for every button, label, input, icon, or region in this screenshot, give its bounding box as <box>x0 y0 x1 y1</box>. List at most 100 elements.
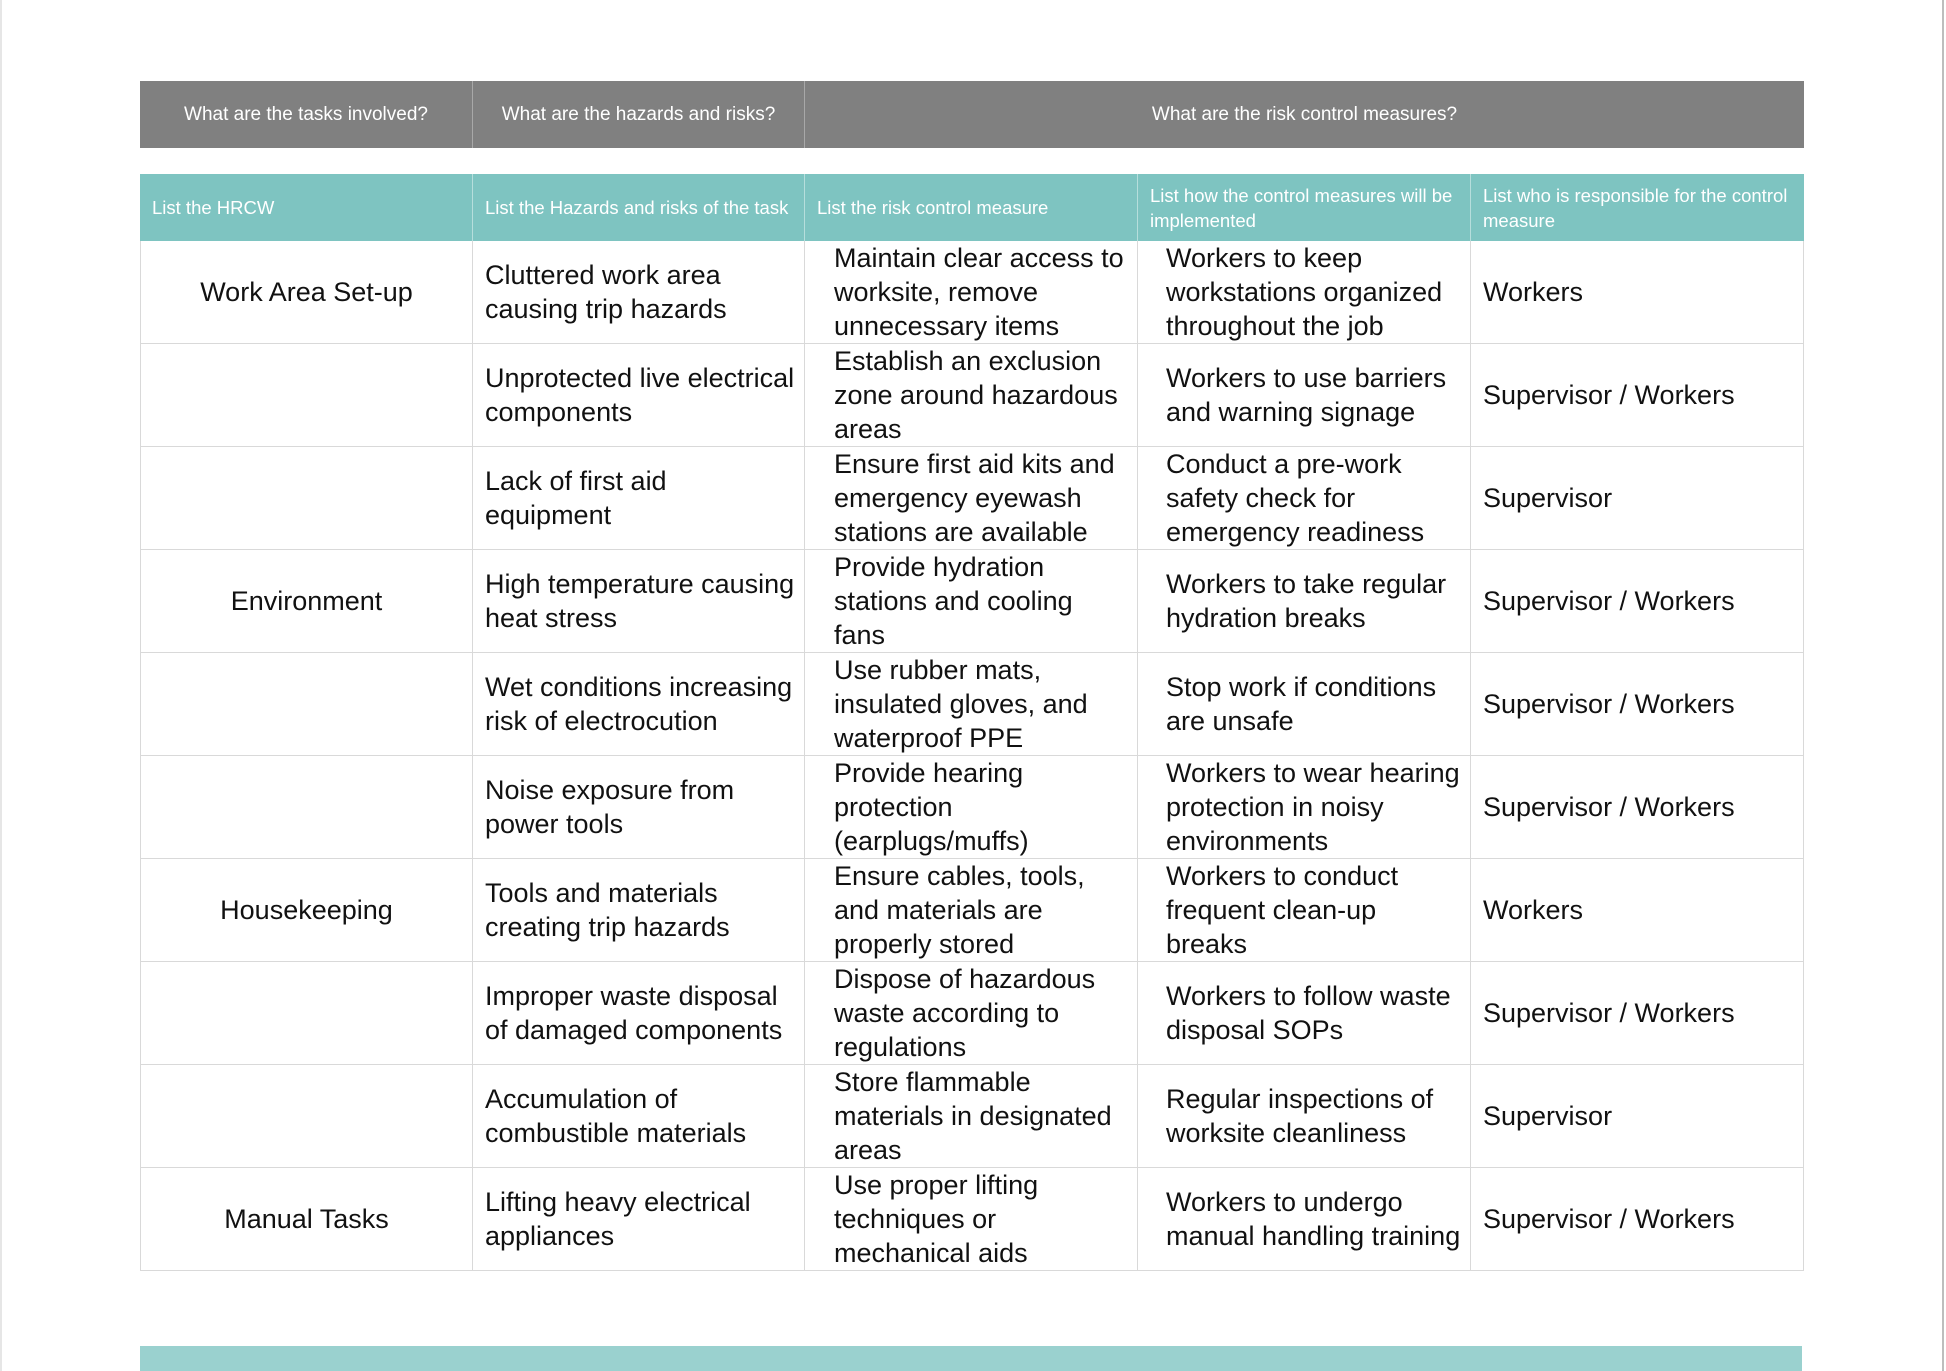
implementation-cell-text: Conduct a pre-work safety check for emer… <box>1166 449 1425 547</box>
control-measure-cell: Maintain clear access to worksite, remov… <box>805 241 1138 343</box>
responsible-cell: Supervisor / Workers <box>1471 550 1804 652</box>
task-cell <box>140 447 473 549</box>
control-measure-cell-text: Use rubber mats, insulated gloves, and w… <box>834 655 1088 753</box>
task-cell-text: Environment <box>230 586 383 616</box>
control-measure-cell: Dispose of hazardous waste according to … <box>805 962 1138 1064</box>
control-measure-cell: Use rubber mats, insulated gloves, and w… <box>805 653 1138 755</box>
responsible-cell-text: Supervisor / Workers <box>1483 998 1735 1028</box>
task-cell <box>140 344 473 446</box>
implementation-cell: Workers to undergo manual handling train… <box>1138 1168 1471 1270</box>
implementation-cell: Stop work if conditions are unsafe <box>1138 653 1471 755</box>
hazard-cell-text: Noise exposure from power tools <box>485 775 735 839</box>
implementation-cell-text: Regular inspections of worksite cleanlin… <box>1166 1084 1434 1148</box>
control-measure-cell: Store flammable materials in designated … <box>805 1065 1138 1167</box>
hazard-cell-text: High temperature causing heat stress <box>485 569 795 633</box>
hazard-cell: Noise exposure from power tools <box>473 756 805 858</box>
subheader-responsible: List who is responsible for the control … <box>1483 184 1788 231</box>
hazard-cell: Unprotected live electrical components <box>473 344 805 446</box>
subheader-control: List the risk control measure <box>805 174 1138 241</box>
implementation-cell: Workers to conduct frequent clean-up bre… <box>1138 859 1471 961</box>
hazard-cell: Lifting heavy electrical appliances <box>473 1168 805 1270</box>
responsible-cell: Workers <box>1471 241 1804 343</box>
page-edge <box>0 0 2 1371</box>
control-measure-cell: Ensure first aid kits and emergency eyew… <box>805 447 1138 549</box>
control-measure-cell: Provide hydration stations and cooling f… <box>805 550 1138 652</box>
top-header: What are the tasks involved? What are th… <box>140 81 1804 148</box>
task-cell <box>140 756 473 858</box>
hazard-cell: Cluttered work area causing trip hazards <box>473 241 805 343</box>
responsible-cell-text: Supervisor <box>1483 1101 1613 1131</box>
table-row: Lack of first aid equipment Ensure first … <box>140 447 1804 550</box>
control-measure-cell: Ensure cables, tools, and materials are … <box>805 859 1138 961</box>
implementation-cell-text: Stop work if conditions are unsafe <box>1166 672 1437 736</box>
responsible-cell-text: Workers <box>1483 277 1584 307</box>
task-cell: Housekeeping <box>140 859 473 961</box>
task-cell-text: Manual Tasks <box>224 1204 389 1234</box>
table-row: Environment High temperature causing heat… <box>140 550 1804 653</box>
hazard-cell-text: Lack of first aid equipment <box>485 466 667 530</box>
responsible-cell: Supervisor / Workers <box>1471 756 1804 858</box>
hazard-cell-text: Cluttered work area causing trip hazards <box>485 260 727 324</box>
implementation-cell-text: Workers to take regular hydration breaks <box>1166 569 1447 633</box>
control-measure-cell-text: Provide hearing protection (earplugs/muf… <box>834 758 1029 856</box>
hazard-cell: Improper waste disposal of damaged compo… <box>473 962 805 1064</box>
table-row: Accumulation of combustible materials Sto… <box>140 1065 1804 1168</box>
responsible-cell-text: Supervisor / Workers <box>1483 792 1735 822</box>
implementation-cell-text: Workers to wear hearing protection in no… <box>1166 758 1460 856</box>
responsible-cell-text: Workers <box>1483 895 1584 925</box>
header-controls: What are the risk control measures? <box>1151 103 1458 125</box>
responsible-cell-text: Supervisor / Workers <box>1483 586 1735 616</box>
responsible-cell-text: Supervisor / Workers <box>1483 380 1735 410</box>
responsible-cell: Workers <box>1471 859 1804 961</box>
hazard-cell-text: Unprotected live electrical components <box>485 363 795 427</box>
responsible-cell-text: Supervisor / Workers <box>1483 689 1735 719</box>
subheader-hazard: List the Hazards and risks of the task <box>473 174 805 241</box>
hazard-cell-text: Accumulation of combustible materials <box>485 1084 747 1148</box>
responsible-cell: Supervisor / Workers <box>1471 962 1804 1064</box>
header-hazards: What are the hazards and risks? <box>473 81 805 148</box>
hazard-cell: Wet conditions increasing risk of electr… <box>473 653 805 755</box>
task-cell-text: Housekeeping <box>220 895 393 925</box>
task-cell: Manual Tasks <box>140 1168 473 1270</box>
control-measure-cell: Establish an exclusion zone around hazar… <box>805 344 1138 446</box>
responsible-cell: Supervisor <box>1471 1065 1804 1167</box>
hazard-cell-text: Improper waste disposal of damaged compo… <box>485 981 783 1045</box>
task-cell <box>140 653 473 755</box>
sub-header: List the HRCW List the Hazards and risks… <box>140 174 1804 241</box>
implementation-cell: Workers to use barriers and warning sign… <box>1138 344 1471 446</box>
subheader-implementation: List how the control measures will be im… <box>1138 174 1471 241</box>
control-measure-cell-text: Ensure cables, tools, and materials are … <box>834 861 1085 959</box>
table-row: Manual Tasks Lifting heavy electrical app… <box>140 1168 1804 1271</box>
implementation-cell: Workers to wear hearing protection in no… <box>1138 756 1471 858</box>
hazard-cell-text: Wet conditions increasing risk of electr… <box>485 672 793 736</box>
table-row: Noise exposure from power tools Provide h… <box>140 756 1804 859</box>
table-row: Wet conditions increasing risk of electr… <box>140 653 1804 756</box>
responsible-cell-text: Supervisor / Workers <box>1483 1204 1735 1234</box>
implementation-cell: Regular inspections of worksite cleanlin… <box>1138 1065 1471 1167</box>
implementation-cell: Workers to follow waste disposal SOPs <box>1138 962 1471 1064</box>
implementation-cell-text: Workers to follow waste disposal SOPs <box>1166 981 1451 1045</box>
implementation-cell: Conduct a pre-work safety check for emer… <box>1138 447 1471 549</box>
task-cell-text: Work Area Set-up <box>200 277 413 307</box>
responsible-cell: Supervisor / Workers <box>1471 653 1804 755</box>
hazard-cell: Accumulation of combustible materials <box>473 1065 805 1167</box>
implementation-cell-text: Workers to keep workstations organized t… <box>1166 243 1443 341</box>
table-row: Work Area Set-up Cluttered work area caus… <box>140 241 1804 344</box>
control-measure-cell-text: Ensure first aid kits and emergency eyew… <box>834 449 1115 547</box>
hazard-cell: Tools and materials creating trip hazard… <box>473 859 805 961</box>
task-cell <box>140 962 473 1064</box>
implementation-cell: Workers to take regular hydration breaks <box>1138 550 1471 652</box>
hazard-cell-text: Tools and materials creating trip hazard… <box>485 878 730 942</box>
subheader-task: List the HRCW <box>140 174 473 241</box>
hazard-cell: Lack of first aid equipment <box>473 447 805 549</box>
task-cell <box>140 1065 473 1167</box>
control-measure-cell-text: Dispose of hazardous waste according to … <box>834 964 1096 1062</box>
control-measure-cell-text: Use proper lifting techniques or mechani… <box>834 1170 1039 1268</box>
table-row: Improper waste disposal of damaged compo… <box>140 962 1804 1065</box>
risk-table-body: Work Area Set-up Cluttered work area caus… <box>140 241 1804 1271</box>
task-cell: Environment <box>140 550 473 652</box>
hazard-cell: High temperature causing heat stress <box>473 550 805 652</box>
responsible-cell: Supervisor / Workers <box>1471 344 1804 446</box>
header-tasks: What are the tasks involved? <box>140 81 473 148</box>
implementation-cell-text: Workers to use barriers and warning sign… <box>1166 363 1447 427</box>
